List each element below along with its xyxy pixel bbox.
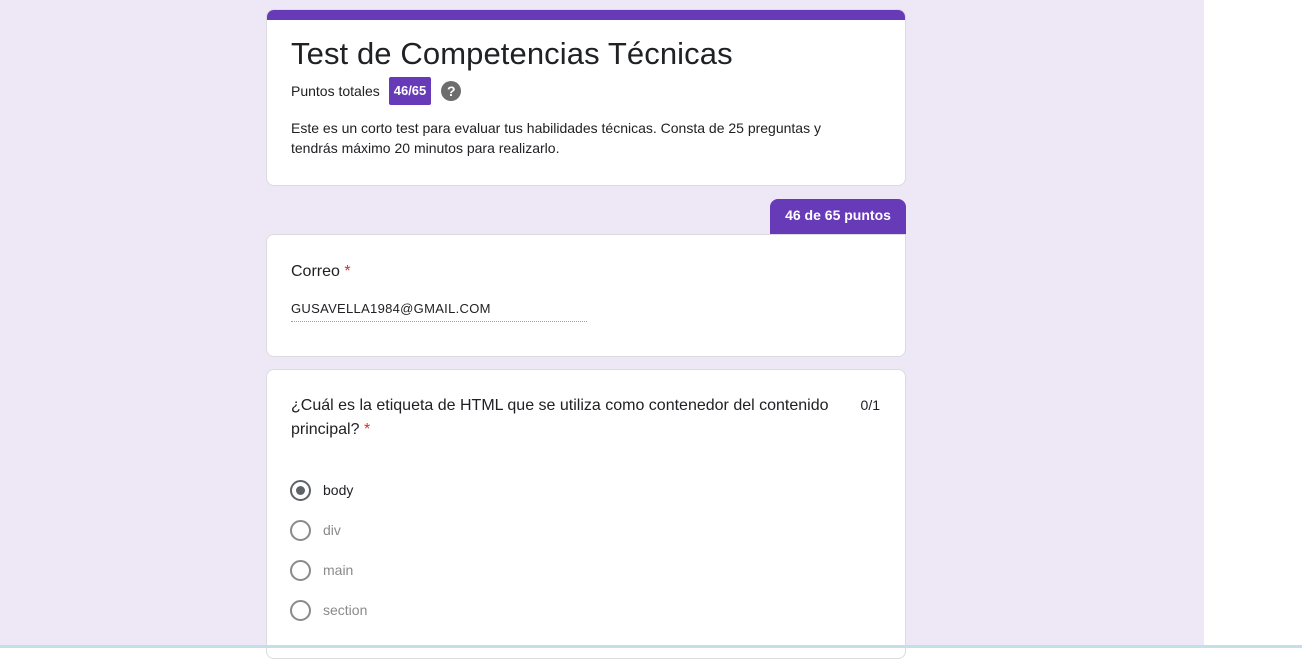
radio-option-main[interactable]: main: [290, 558, 353, 582]
required-asterisk: *: [363, 421, 371, 438]
header-accent-band: [267, 10, 905, 20]
email-question-label: Correo: [291, 263, 340, 280]
total-score-badge: 46/65: [388, 77, 432, 105]
required-asterisk: *: [344, 263, 351, 280]
question-card: ¿Cuál es la etiqueta de HTML que se util…: [266, 369, 906, 659]
option-label: body: [323, 482, 354, 498]
radio-button[interactable]: [290, 559, 311, 581]
help-icon[interactable]: ?: [441, 81, 462, 101]
radio-button[interactable]: [290, 599, 311, 621]
form-header-card: Test de Competencias Técnicas Puntos tot…: [266, 9, 906, 186]
radio-option-div[interactable]: div: [290, 518, 341, 542]
radio-button[interactable]: [290, 519, 311, 541]
email-question-title: Correo *: [291, 260, 351, 284]
email-answer-field: GUSAVELLA1984@GMAIL.COM: [291, 299, 587, 322]
radio-option-section[interactable]: section: [290, 598, 367, 622]
radio-button-checked[interactable]: [290, 479, 311, 501]
form-title: Test de Competencias Técnicas: [291, 36, 733, 71]
question-title: ¿Cuál es la etiqueta de HTML que se util…: [291, 394, 851, 442]
points-tab: 46 de 65 puntos: [770, 199, 906, 235]
total-score-row: Puntos totales 46/65 ?: [291, 77, 462, 105]
total-score-label: Puntos totales: [291, 83, 380, 99]
option-label: div: [323, 522, 341, 538]
option-label: section: [323, 602, 368, 618]
question-points: 0/1: [860, 397, 880, 413]
option-label: main: [323, 562, 354, 578]
radio-option-body[interactable]: body: [290, 478, 353, 502]
form-description: Este es un corto test para evaluar tus h…: [291, 120, 821, 156]
question-text: ¿Cuál es la etiqueta de HTML que se util…: [291, 397, 829, 438]
email-question-card: Correo * GUSAVELLA1984@GMAIL.COM: [266, 234, 906, 357]
